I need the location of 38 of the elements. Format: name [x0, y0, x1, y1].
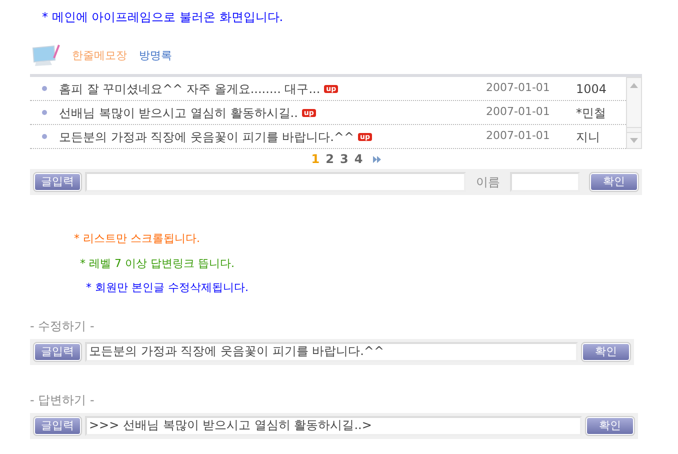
write-button[interactable]: 글입력 [34, 342, 81, 360]
section-title: - 답변하기 - [30, 392, 96, 408]
write-button[interactable]: 글입력 [34, 416, 81, 434]
section-title: - 수정하기 - [30, 318, 96, 334]
memo-text[interactable]: 선배님 복많이 받으시고 열심히 활동하시길.. [59, 106, 298, 120]
note-text: * 레벨 7 이상 답변링크 뜹니다. [80, 256, 236, 272]
tab[interactable]: 방명록 [139, 48, 172, 64]
author-text: *민철 [576, 104, 607, 122]
submit-button[interactable]: 확인 [590, 173, 638, 191]
date-text: 2007-01-01 [486, 104, 551, 120]
scroll-up-icon[interactable] [630, 83, 638, 88]
bullet-icon [42, 110, 47, 115]
text-field[interactable]: 모든분의 가정과 직장에 웃음꽃이 피기를 바랍니다.^^ [85, 342, 578, 362]
text-field[interactable] [85, 172, 466, 192]
memo-text[interactable]: 홈피 잘 꾸미셨네요^^ 자주 올게요........ 대구... [59, 82, 320, 96]
memo-text[interactable]: 모든분의 가정과 직장에 웃음꽃이 피기를 바랍니다.^^ [59, 130, 354, 144]
name-field[interactable] [510, 172, 580, 192]
date-text: 2007-01-01 [486, 128, 551, 144]
submit-button[interactable]: 확인 [582, 342, 630, 360]
bullet-icon [42, 86, 47, 91]
note-text: * 리스트만 스크롤됩니다. [74, 231, 201, 247]
note-text: * 회원만 본인글 수정삭제됩니다. [86, 280, 250, 296]
author-text: 1004 [576, 80, 608, 98]
page-link[interactable]: 3 [340, 150, 348, 168]
monitor-icon [30, 44, 60, 68]
page-link[interactable]: 2 [326, 150, 334, 168]
name-label: 이름 [476, 174, 500, 191]
write-button[interactable]: 글입력 [34, 173, 81, 191]
bullet-icon [42, 134, 47, 139]
author-text: 지니 [576, 128, 601, 146]
scroll-down-icon[interactable] [630, 138, 638, 143]
text-field[interactable]: >>> 선배님 복많이 받으시고 열심히 활동하시길..> [85, 416, 582, 436]
notice-text: * 메인에 아이프레임으로 불러온 화면입니다. [42, 9, 284, 26]
next-icon[interactable] [372, 156, 381, 162]
submit-button[interactable]: 확인 [586, 416, 634, 434]
date-text: 2007-01-01 [486, 80, 551, 96]
page-link[interactable]: 4 [354, 150, 363, 168]
scrollbar[interactable] [626, 77, 642, 149]
